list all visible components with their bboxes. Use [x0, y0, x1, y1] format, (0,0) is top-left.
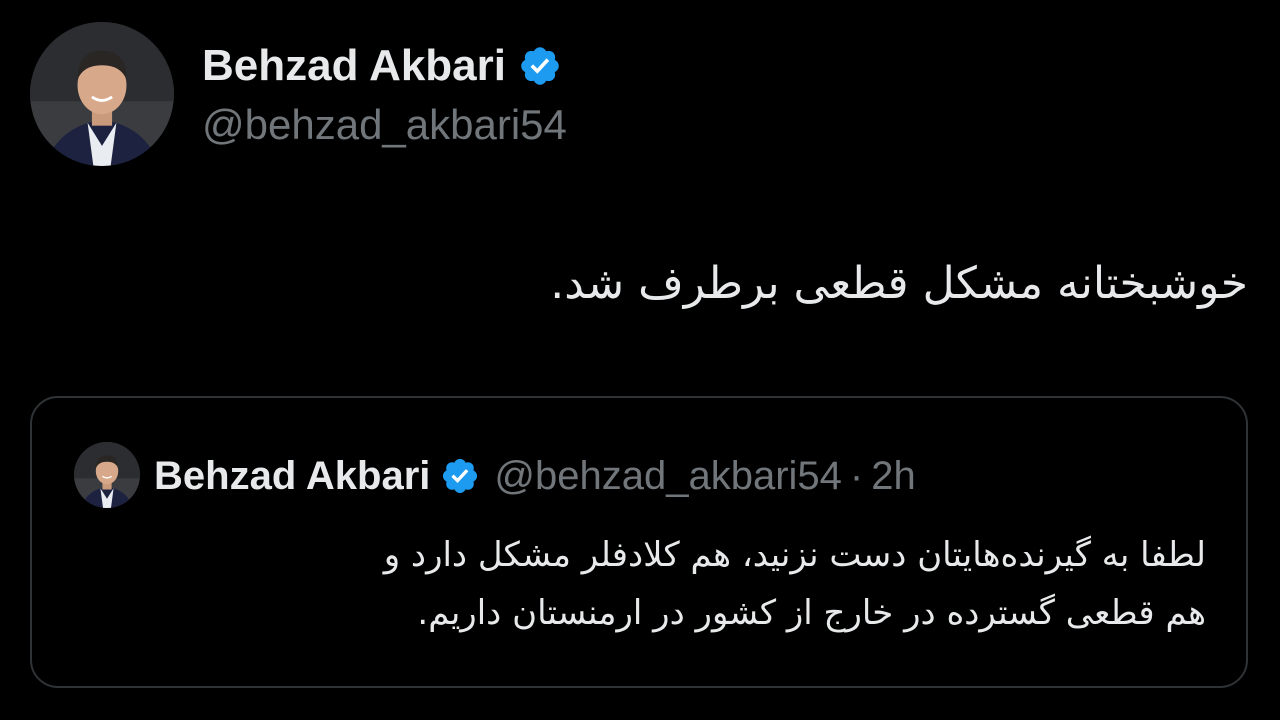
quoted-tweet-text: لطفا به گیرنده‌هایتان دست نزنید، هم کلاد…	[86, 526, 1206, 642]
quoted-tweet-text-line: لطفا به گیرنده‌هایتان دست نزنید، هم کلاد…	[383, 535, 1206, 575]
author-name[interactable]: Behzad Akbari	[202, 40, 562, 92]
quoted-author-avatar[interactable]	[74, 442, 140, 508]
quoted-tweet-timestamp[interactable]: 2h	[871, 454, 916, 499]
quoted-tweet-text-line: هم قطعی گسترده در خارج از کشور در ارمنست…	[417, 593, 1206, 633]
separator-dot: ·	[849, 453, 864, 498]
author-name-text: Behzad Akbari	[202, 41, 507, 90]
quoted-tweet-card[interactable]: Behzad Akbari @behzad_akbari54 · 2h لطفا…	[30, 396, 1248, 688]
tweet: Behzad Akbari @behzad_akbari54 خوشبختانه…	[0, 0, 1280, 720]
verified-badge-icon	[440, 456, 480, 496]
author-avatar[interactable]	[30, 22, 174, 166]
quoted-author-handle[interactable]: @behzad_akbari54	[494, 454, 842, 499]
avatar-photo-icon	[30, 22, 174, 166]
quoted-author-name[interactable]: Behzad Akbari	[154, 454, 430, 499]
author-handle[interactable]: @behzad_akbari54	[202, 100, 567, 150]
tweet-text: خوشبختانه مشکل قطعی برطرف شد.	[550, 258, 1248, 309]
verified-badge-icon	[518, 44, 562, 88]
avatar-photo-icon	[74, 442, 140, 508]
quoted-tweet-header: Behzad Akbari @behzad_akbari54 · 2h	[154, 448, 916, 504]
